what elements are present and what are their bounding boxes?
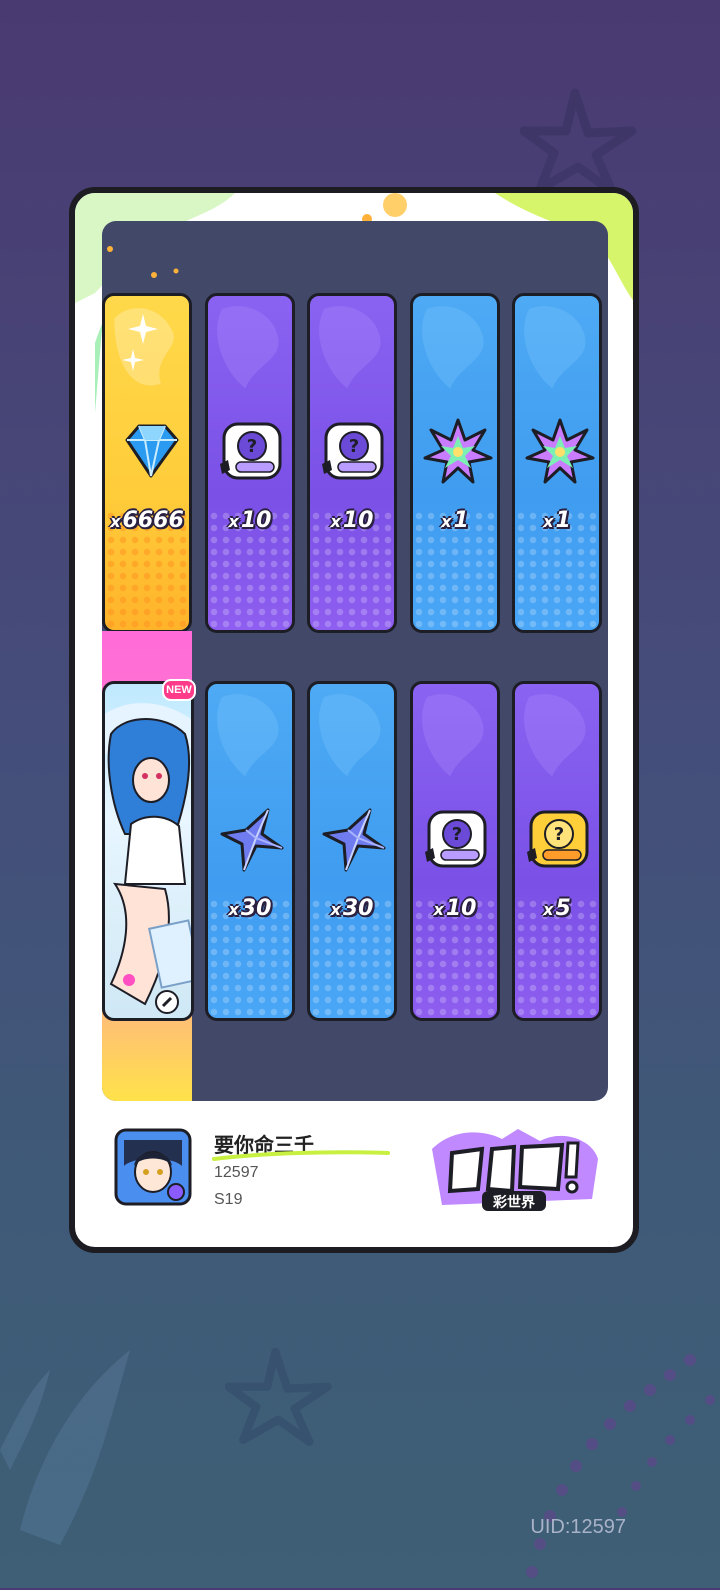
player-id: 12597: [214, 1164, 259, 1181]
reward-qty: x10: [228, 508, 272, 533]
reward-qty: x1: [441, 508, 469, 533]
reward-qty: x1: [543, 508, 571, 533]
reward-slot-mystery-ticket[interactable]: ? x10: [410, 681, 500, 1021]
reward-slot-mystery-ticket[interactable]: ? x10: [205, 293, 295, 633]
svg-text:?: ?: [349, 436, 359, 457]
background-star-icon: [225, 1347, 332, 1446]
blue-star-shard-icon: [322, 808, 386, 872]
sparkle-icon: [123, 314, 158, 371]
new-badge: NEW: [162, 679, 196, 701]
rewards-panel: x6666 ? x10 ? x10 x1 x1 NEW x30 x30 ? x1…: [102, 221, 608, 1101]
svg-text:?: ?: [247, 436, 257, 457]
rainbow-leaf-icon: [525, 418, 595, 484]
player-avatar[interactable]: [112, 1126, 194, 1208]
reward-qty: x10: [330, 508, 374, 533]
uid-label: UID:12597: [530, 1516, 626, 1538]
reward-qty: x10: [433, 896, 477, 921]
logo-subtitle: 彩世界: [492, 1194, 536, 1211]
player-server: S19: [214, 1191, 243, 1208]
svg-text:?: ?: [452, 824, 462, 845]
mystery-ticket-purple-icon: ?: [322, 422, 384, 480]
reward-slot-diamond[interactable]: x6666: [102, 293, 192, 633]
blue-star-shard-icon: [220, 808, 284, 872]
sparkle-dots: [107, 246, 179, 278]
background-dots-arc: [526, 1354, 715, 1578]
background-star-icon: [520, 88, 637, 195]
reward-slot-star-shard[interactable]: x30: [205, 681, 295, 1021]
reward-qty: x5: [543, 896, 571, 921]
reward-slot-gold-mystery-ticket[interactable]: ? x5: [512, 681, 602, 1021]
name-underline: [212, 1150, 390, 1161]
reward-slot-star-shard[interactable]: x30: [307, 681, 397, 1021]
reward-slot-rainbow-leaf[interactable]: x1: [512, 293, 602, 633]
background-splash: [0, 1350, 130, 1545]
mystery-ticket-purple-icon: ?: [220, 422, 282, 480]
player-info: 要你命三千 12597 S19 彩世界: [102, 1111, 608, 1241]
reward-slot-mystery-ticket[interactable]: ? x10: [307, 293, 397, 633]
character-illustration: [105, 703, 191, 1014]
reward-qty: x6666: [110, 508, 184, 533]
reward-qty: x30: [330, 896, 374, 921]
reward-slot-rainbow-leaf[interactable]: x1: [410, 293, 500, 633]
svg-text:?: ?: [554, 824, 564, 845]
reward-qty: x30: [228, 896, 272, 921]
mystery-ticket-gold-icon: ?: [527, 810, 589, 868]
character-card[interactable]: [102, 681, 194, 1021]
mystery-ticket-purple-icon: ?: [425, 810, 487, 868]
game-logo: 彩世界: [432, 1129, 598, 1211]
diamond-gem-icon: [125, 424, 179, 478]
rainbow-leaf-icon: [423, 418, 493, 484]
reward-card: x6666 ? x10 ? x10 x1 x1 NEW x30 x30 ? x1…: [69, 187, 639, 1253]
